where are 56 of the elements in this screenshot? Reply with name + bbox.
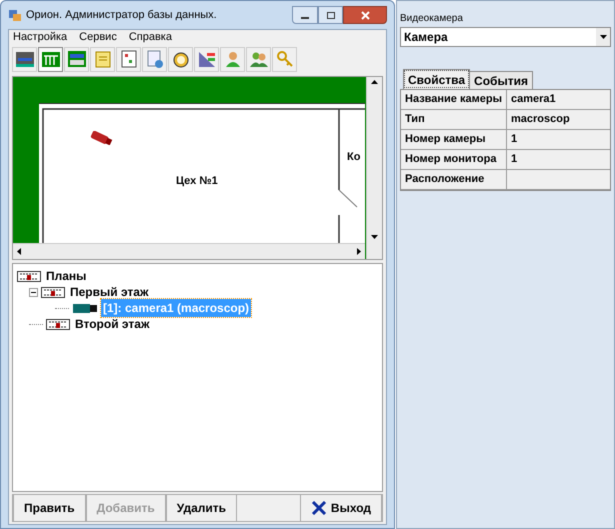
- action-button[interactable]: Править: [13, 495, 86, 521]
- minus-icon: [31, 290, 36, 294]
- action-button[interactable]: Выход: [300, 495, 382, 521]
- tab[interactable]: События: [470, 71, 533, 89]
- note-icon: [92, 49, 112, 69]
- property-name: Тип: [401, 110, 507, 130]
- window-title: Орион. Администратор базы данных.: [26, 8, 217, 23]
- camera-icon: [72, 302, 98, 314]
- tree-item[interactable]: Планы: [44, 267, 88, 285]
- right-arrow-icon: [357, 248, 361, 255]
- left-arrow-icon: [17, 248, 21, 255]
- close-button[interactable]: [343, 6, 387, 24]
- vertical-scrollbar[interactable]: [366, 77, 382, 259]
- action-button[interactable]: Удалить: [166, 495, 238, 521]
- close-icon: [360, 10, 370, 20]
- maximize-button[interactable]: [318, 6, 343, 24]
- down-arrow-icon: [371, 235, 378, 239]
- app-icon: [8, 8, 22, 22]
- menu-item[interactable]: Настройка: [13, 29, 68, 46]
- toolbar-button[interactable]: [12, 46, 37, 72]
- close-icon: [310, 501, 327, 515]
- camera-icon: [89, 131, 113, 145]
- property-name: Номер камеры: [401, 130, 507, 150]
- dropdown-arrow-icon: [600, 35, 606, 39]
- tree-item[interactable]: Второй этаж: [73, 315, 152, 333]
- property-value: 1: [507, 150, 610, 170]
- room-label: Цех №1: [176, 174, 218, 189]
- panel-title: Видеокамера: [400, 12, 464, 21]
- toolbar-button[interactable]: [64, 46, 89, 72]
- panel-icon: [66, 49, 86, 69]
- panel-icon: [14, 49, 34, 69]
- chart-icon: [196, 49, 216, 69]
- property-name: Номер монитора: [401, 150, 507, 170]
- plan-icon: [17, 270, 41, 282]
- property-value: 1: [507, 130, 610, 150]
- tab[interactable]: Свойства: [403, 69, 470, 89]
- tree-item[interactable]: Первый этаж: [68, 283, 150, 301]
- minimize-button[interactable]: [292, 6, 318, 24]
- property-name: Название камеры: [401, 90, 507, 110]
- property-name: Расположение: [401, 170, 507, 190]
- plan-icon: [41, 286, 65, 298]
- expand-toggle[interactable]: [29, 288, 38, 296]
- toolbar-button[interactable]: [116, 46, 141, 72]
- plan-view[interactable]: Цех №1 Ко: [12, 76, 383, 260]
- room-label: Ко: [347, 150, 360, 165]
- property-value: macroscop: [507, 110, 610, 130]
- property-value: camera1: [507, 90, 610, 110]
- key-icon: [274, 49, 294, 69]
- horizontal-scrollbar[interactable]: [13, 243, 365, 259]
- grid-icon: [40, 49, 60, 69]
- toolbar-button[interactable]: [168, 46, 193, 72]
- menu-item[interactable]: Справка: [128, 29, 172, 46]
- plan-icon: [46, 318, 70, 330]
- camera-dropdown[interactable]: Камера: [400, 27, 611, 47]
- menu-item[interactable]: Сервис: [79, 29, 117, 46]
- up-arrow-icon: [371, 80, 378, 84]
